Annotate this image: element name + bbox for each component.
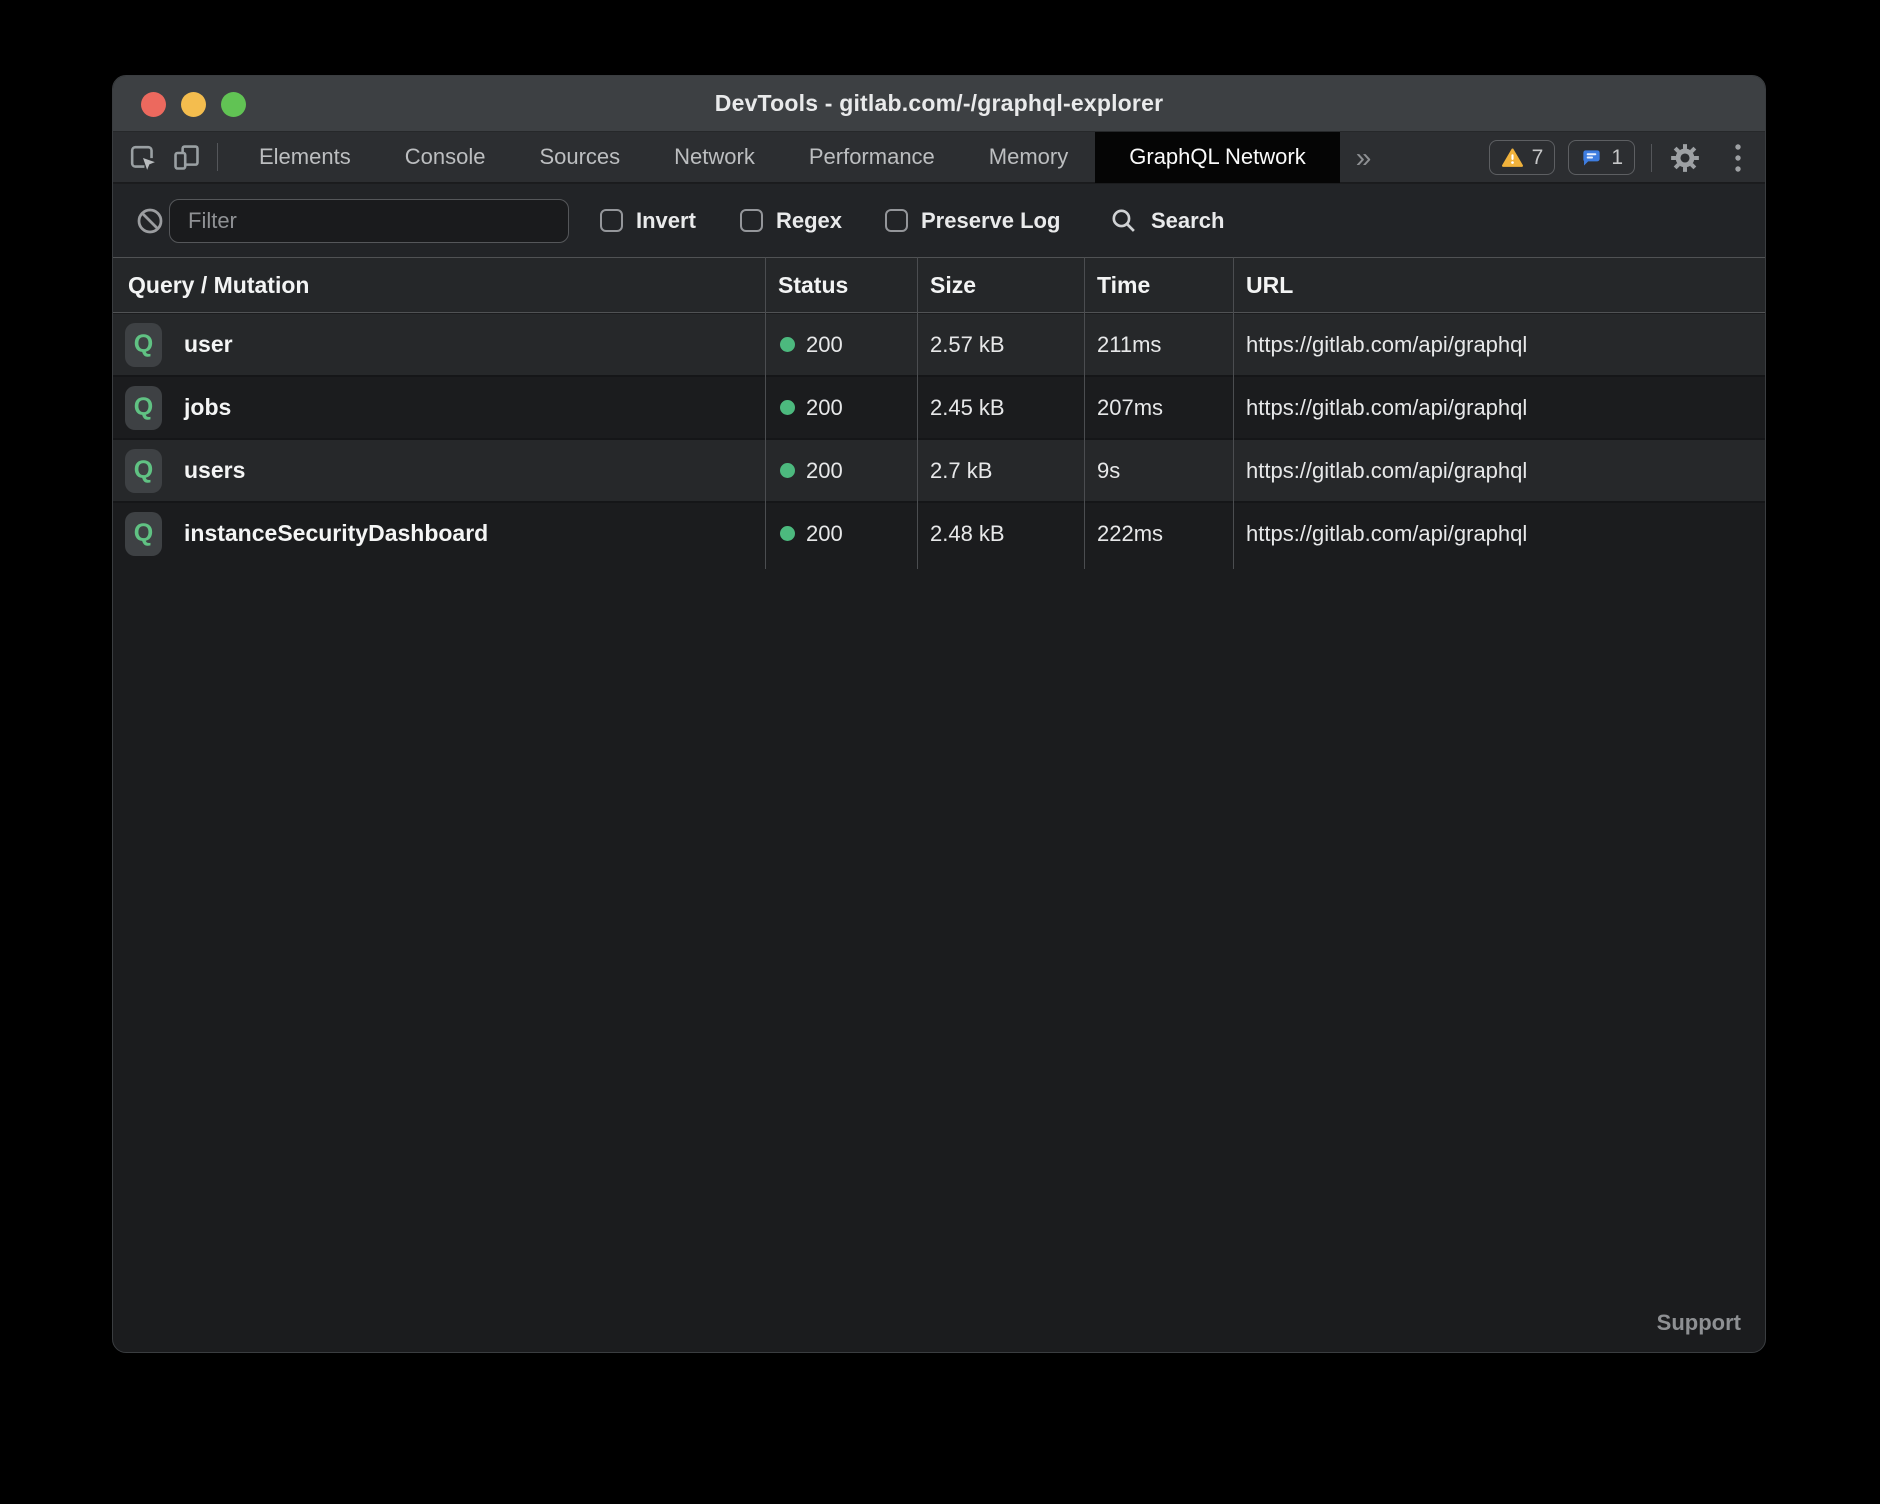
inspect-cursor-icon [127, 142, 158, 173]
column-header-status[interactable]: Status [765, 272, 917, 299]
query-cell: Q users [113, 449, 765, 493]
tab-performance[interactable]: Performance [782, 132, 962, 183]
device-toolbar-icon [171, 142, 202, 173]
message-count: 1 [1611, 146, 1623, 170]
column-header-url[interactable]: URL [1233, 272, 1765, 299]
preserve-log-checkbox-group: Preserve Log [885, 184, 1060, 257]
query-type-badge: Q [125, 512, 162, 556]
more-tabs-chevron-icon[interactable]: » [1340, 132, 1388, 183]
status-cell: 200 [765, 458, 917, 484]
time-value: 222ms [1084, 521, 1233, 547]
preserve-log-label: Preserve Log [921, 208, 1060, 234]
query-cell: Q jobs [113, 386, 765, 430]
devtools-window: DevTools - gitlab.com/-/graphql-explorer [112, 75, 1766, 1353]
size-value: 2.7 kB [917, 458, 1084, 484]
column-header-time[interactable]: Time [1084, 272, 1233, 299]
query-name: user [184, 331, 233, 358]
status-cell: 200 [765, 332, 917, 358]
search-label: Search [1151, 208, 1224, 234]
query-name: jobs [184, 394, 231, 421]
status-ok-dot [780, 337, 795, 352]
status-code: 200 [806, 395, 843, 421]
message-bubble-icon [1580, 146, 1603, 169]
column-header-query-mutation[interactable]: Query / Mutation [113, 272, 765, 299]
status-ok-dot [780, 463, 795, 478]
status-cell: 200 [765, 395, 917, 421]
tab-network[interactable]: Network [647, 132, 782, 183]
support-link[interactable]: Support [1657, 1310, 1741, 1336]
url-value: https://gitlab.com/api/graphql [1233, 458, 1765, 484]
settings-button[interactable] [1668, 141, 1702, 175]
preserve-log-checkbox[interactable] [885, 209, 908, 232]
regex-checkbox[interactable] [740, 209, 763, 232]
size-value: 2.48 kB [917, 521, 1084, 547]
device-toolbar-button[interactable] [169, 140, 203, 174]
devtools-tab-bar: Elements Console Sources Network Perform… [113, 132, 1765, 183]
warning-count: 7 [1532, 146, 1544, 170]
status-ok-dot [780, 526, 795, 541]
clear-requests-button[interactable] [135, 206, 165, 236]
table-header: Query / Mutation Status Size Time URL [113, 257, 1765, 313]
invert-checkbox-group: Invert [600, 184, 696, 257]
window-title: DevTools - gitlab.com/-/graphql-explorer [715, 90, 1163, 117]
query-type-badge: Q [125, 449, 162, 493]
tab-elements[interactable]: Elements [232, 132, 378, 183]
warning-triangle-icon [1501, 147, 1524, 168]
tab-console[interactable]: Console [378, 132, 513, 183]
desktop-background: DevTools - gitlab.com/-/graphql-explorer [0, 0, 1880, 1504]
invert-label: Invert [636, 208, 696, 234]
tab-sources[interactable]: Sources [512, 132, 647, 183]
messages-badge[interactable]: 1 [1568, 140, 1635, 175]
status-cell: 200 [765, 521, 917, 547]
table-row[interactable]: Q users 200 2.7 kB 9s https://gitlab.com… [113, 438, 1765, 501]
time-value: 9s [1084, 458, 1233, 484]
close-button[interactable] [141, 92, 166, 117]
size-value: 2.57 kB [917, 332, 1084, 358]
traffic-lights [141, 76, 246, 132]
circle-slash-icon [135, 206, 165, 236]
search-icon [1109, 206, 1138, 235]
table-row[interactable]: Q instanceSecurityDashboard 200 2.48 kB … [113, 501, 1765, 564]
query-type-badge: Q [125, 323, 162, 367]
size-value: 2.45 kB [917, 395, 1084, 421]
search-control[interactable]: Search [1109, 184, 1224, 257]
tab-graphql-network[interactable]: GraphQL Network [1095, 132, 1339, 183]
gear-icon [1669, 142, 1701, 174]
tabbar-right-controls: 7 1 [1489, 132, 1751, 183]
query-name: instanceSecurityDashboard [184, 520, 488, 547]
url-value: https://gitlab.com/api/graphql [1233, 521, 1765, 547]
query-cell: Q instanceSecurityDashboard [113, 512, 765, 556]
kebab-menu-icon [1734, 143, 1742, 173]
tabbar-divider [217, 143, 218, 171]
titlebar: DevTools - gitlab.com/-/graphql-explorer [113, 76, 1765, 132]
query-type-badge: Q [125, 386, 162, 430]
inspect-element-button[interactable] [125, 140, 159, 174]
tab-memory[interactable]: Memory [962, 132, 1095, 183]
warnings-badge[interactable]: 7 [1489, 140, 1556, 175]
url-value: https://gitlab.com/api/graphql [1233, 395, 1765, 421]
invert-checkbox[interactable] [600, 209, 623, 232]
menu-button[interactable] [1725, 141, 1751, 175]
status-code: 200 [806, 521, 843, 547]
url-value: https://gitlab.com/api/graphql [1233, 332, 1765, 358]
query-cell: Q user [113, 323, 765, 367]
regex-label: Regex [776, 208, 842, 234]
zoom-button[interactable] [221, 92, 246, 117]
query-name: users [184, 457, 245, 484]
table-row[interactable]: Q user 200 2.57 kB 211ms https://gitlab.… [113, 314, 1765, 375]
controls-divider [1651, 144, 1652, 172]
status-code: 200 [806, 332, 843, 358]
time-value: 207ms [1084, 395, 1233, 421]
minimize-button[interactable] [181, 92, 206, 117]
status-ok-dot [780, 400, 795, 415]
table-row[interactable]: Q jobs 200 2.45 kB 207ms https://gitlab.… [113, 375, 1765, 438]
time-value: 211ms [1084, 332, 1233, 358]
request-list: Q user 200 2.57 kB 211ms https://gitlab.… [113, 314, 1765, 564]
filter-input[interactable] [169, 199, 569, 243]
column-header-size[interactable]: Size [917, 272, 1084, 299]
regex-checkbox-group: Regex [740, 184, 842, 257]
filter-toolbar: Invert Regex Preserve Log Search [113, 184, 1765, 257]
status-code: 200 [806, 458, 843, 484]
